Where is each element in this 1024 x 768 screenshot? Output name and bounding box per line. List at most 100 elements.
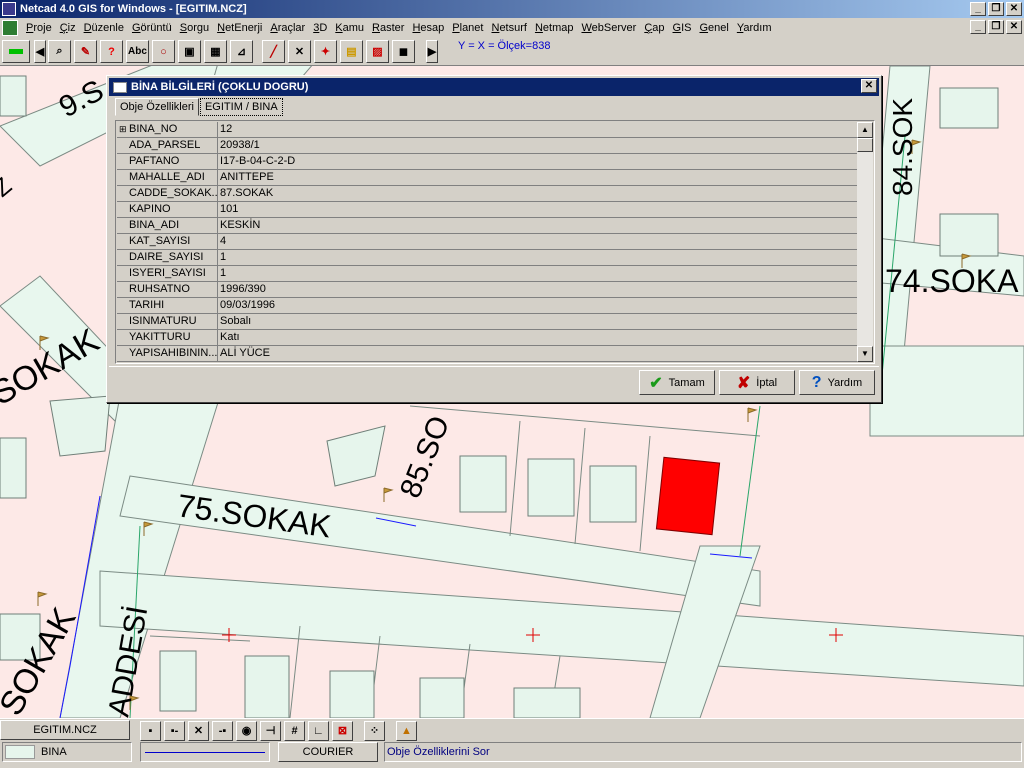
attribute-row[interactable]: BINA_ADI KESKİN bbox=[117, 218, 857, 234]
attribute-row[interactable]: PAFTANO I17-B-04-C-2-D bbox=[117, 154, 857, 170]
center-snap-icon[interactable]: ◉ bbox=[236, 721, 257, 741]
layer-color-button[interactable] bbox=[2, 40, 30, 63]
menu-netenerji[interactable]: NetEnerji bbox=[213, 22, 266, 34]
doc-minimize-button[interactable]: _ bbox=[970, 20, 986, 34]
attribute-value[interactable]: 1 bbox=[218, 266, 857, 281]
attribute-value[interactable]: Sobalı bbox=[218, 314, 857, 329]
menu-genel[interactable]: Genel bbox=[695, 22, 732, 34]
attribute-row[interactable]: KAT_SAYISI 4 bbox=[117, 234, 857, 250]
attribute-value[interactable]: 1 bbox=[218, 250, 857, 265]
intersect-snap-icon[interactable]: ✕ bbox=[188, 721, 209, 741]
minimize-button[interactable]: _ bbox=[970, 2, 986, 16]
segment-icon[interactable]: ▪- bbox=[164, 721, 185, 741]
pen-icon[interactable]: ✎ bbox=[74, 40, 97, 63]
document-icon[interactable] bbox=[2, 20, 18, 36]
attribute-value[interactable]: 101 bbox=[218, 202, 857, 217]
tab-obje-ozellikleri[interactable]: Obje Özellikleri bbox=[115, 98, 199, 116]
menu-3d[interactable]: 3D bbox=[309, 22, 331, 34]
ok-button[interactable]: ✔ Tamam bbox=[639, 370, 715, 395]
menu-netmap[interactable]: Netmap bbox=[531, 22, 578, 34]
binoculars-icon[interactable]: ⌕ bbox=[48, 40, 71, 63]
scroll-right-button[interactable]: ▶ bbox=[426, 40, 438, 63]
scroll-thumb[interactable] bbox=[857, 138, 873, 152]
frame-icon[interactable]: ▣ bbox=[178, 40, 201, 63]
building-icon[interactable]: ▦ bbox=[204, 40, 227, 63]
attribute-row[interactable]: YAPISAHIBININ... ALİ YÜCE bbox=[117, 346, 857, 362]
endpoint-snap-icon[interactable]: -▪ bbox=[212, 721, 233, 741]
perpendicular-snap-icon[interactable]: ⊣ bbox=[260, 721, 281, 741]
doc-close-button[interactable]: ✕ bbox=[1006, 20, 1022, 34]
menu-raster[interactable]: Raster bbox=[368, 22, 408, 34]
scroll-left-button[interactable]: ◀ bbox=[34, 40, 46, 63]
attribute-value[interactable]: KESKİN bbox=[218, 218, 857, 233]
help-button[interactable]: ? Yardım bbox=[799, 370, 875, 395]
ortho-icon[interactable]: ∟ bbox=[308, 721, 329, 741]
menu-netsurf[interactable]: Netsurf bbox=[487, 22, 530, 34]
grid-scrollbar[interactable]: ▲ ▼ bbox=[857, 122, 873, 362]
attribute-value[interactable]: Katı bbox=[218, 330, 857, 345]
menu-webserver[interactable]: WebServer bbox=[577, 22, 640, 34]
dimension-icon[interactable]: ⊿ bbox=[230, 40, 253, 63]
layer-field[interactable]: BINA bbox=[2, 742, 132, 762]
menu-araclar[interactable]: Araçlar bbox=[266, 22, 309, 34]
attribute-value[interactable]: 1996/390 bbox=[218, 282, 857, 297]
file-name-field[interactable]: EGITIM.NCZ bbox=[0, 720, 130, 740]
grid-snap-icon[interactable]: # bbox=[284, 721, 305, 741]
attribute-row[interactable]: MAHALLE_ADI ANITTEPE bbox=[117, 170, 857, 186]
linetype-field[interactable] bbox=[140, 742, 270, 762]
point-icon[interactable]: ▪ bbox=[140, 721, 161, 741]
menu-gis[interactable]: GIS bbox=[669, 22, 696, 34]
grid-icon[interactable]: ▤ bbox=[340, 40, 363, 63]
clear-snap-icon[interactable]: ⊠ bbox=[332, 721, 353, 741]
menu-hesap[interactable]: Hesap bbox=[408, 22, 448, 34]
attribute-value[interactable]: 87.SOKAK bbox=[218, 186, 857, 201]
line-icon[interactable]: ╱ bbox=[262, 40, 285, 63]
scroll-up-button[interactable]: ▲ bbox=[857, 122, 873, 138]
attribute-row[interactable]: CADDE_SOKAK... 87.SOKAK bbox=[117, 186, 857, 202]
intersect-icon[interactable]: ✕ bbox=[288, 40, 311, 63]
cancel-button[interactable]: ✘ İptal bbox=[719, 370, 795, 395]
tab-egitim-bina[interactable]: EGITIM / BINA bbox=[199, 98, 283, 116]
attribute-value[interactable]: 12 bbox=[218, 122, 857, 137]
menu-ciz[interactable]: Çiz bbox=[56, 22, 80, 34]
attribute-value[interactable]: 20938/1 bbox=[218, 138, 857, 153]
attribute-row[interactable]: ADA_PARSEL 20938/1 bbox=[117, 138, 857, 154]
attribute-value[interactable]: 09/03/1996 bbox=[218, 298, 857, 313]
attribute-value[interactable]: ALİ YÜCE bbox=[218, 346, 857, 361]
attribute-row[interactable]: TARIHI 09/03/1996 bbox=[117, 298, 857, 314]
warning-icon[interactable]: ▲ bbox=[396, 721, 417, 741]
attribute-value[interactable]: ANITTEPE bbox=[218, 170, 857, 185]
solid-icon[interactable]: ◼ bbox=[392, 40, 415, 63]
dialog-close-button[interactable]: ✕ bbox=[861, 79, 877, 93]
attribute-value[interactable]: I17-B-04-C-2-D bbox=[218, 154, 857, 169]
hatch-icon[interactable]: ▨ bbox=[366, 40, 389, 63]
attribute-row[interactable]: ISINMATURU Sobalı bbox=[117, 314, 857, 330]
scroll-down-button[interactable]: ▼ bbox=[857, 346, 873, 362]
menu-sorgu[interactable]: Sorgu bbox=[176, 22, 213, 34]
text-icon[interactable]: Abc bbox=[126, 40, 149, 63]
doc-restore-button[interactable]: ❐ bbox=[988, 20, 1004, 34]
attribute-row[interactable]: YAKITTURU Katı bbox=[117, 330, 857, 346]
attribute-value[interactable]: 4 bbox=[218, 234, 857, 249]
restore-button[interactable]: ❐ bbox=[988, 2, 1004, 16]
layers-icon[interactable]: ✦ bbox=[314, 40, 337, 63]
menu-duzenle[interactable]: Düzenle bbox=[80, 22, 128, 34]
attribute-row[interactable]: RUHSATNO 1996/390 bbox=[117, 282, 857, 298]
object-snap-icon[interactable]: ⁘ bbox=[364, 721, 385, 741]
font-field[interactable]: COURIER bbox=[278, 742, 378, 762]
attribute-row[interactable]: ⊞ BINA_NO 12 bbox=[117, 122, 857, 138]
menu-proje[interactable]: Proje bbox=[22, 22, 56, 34]
close-button[interactable]: ✕ bbox=[1006, 2, 1022, 16]
expand-icon[interactable]: ⊞ bbox=[119, 122, 127, 136]
attribute-row[interactable]: ISYERI_SAYISI 1 bbox=[117, 266, 857, 282]
help-icon[interactable]: ? bbox=[100, 40, 123, 63]
menu-goruntu[interactable]: Görüntü bbox=[128, 22, 176, 34]
menu-kamu[interactable]: Kamu bbox=[331, 22, 368, 34]
menu-yardim[interactable]: Yardım bbox=[733, 22, 776, 34]
menu-cap[interactable]: Çap bbox=[640, 22, 668, 34]
selected-building[interactable] bbox=[655, 456, 721, 536]
circle-icon[interactable]: ○ bbox=[152, 40, 175, 63]
attribute-row[interactable]: KAPINO 101 bbox=[117, 202, 857, 218]
menu-planet[interactable]: Planet bbox=[448, 22, 487, 34]
attribute-row[interactable]: DAIRE_SAYISI 1 bbox=[117, 250, 857, 266]
